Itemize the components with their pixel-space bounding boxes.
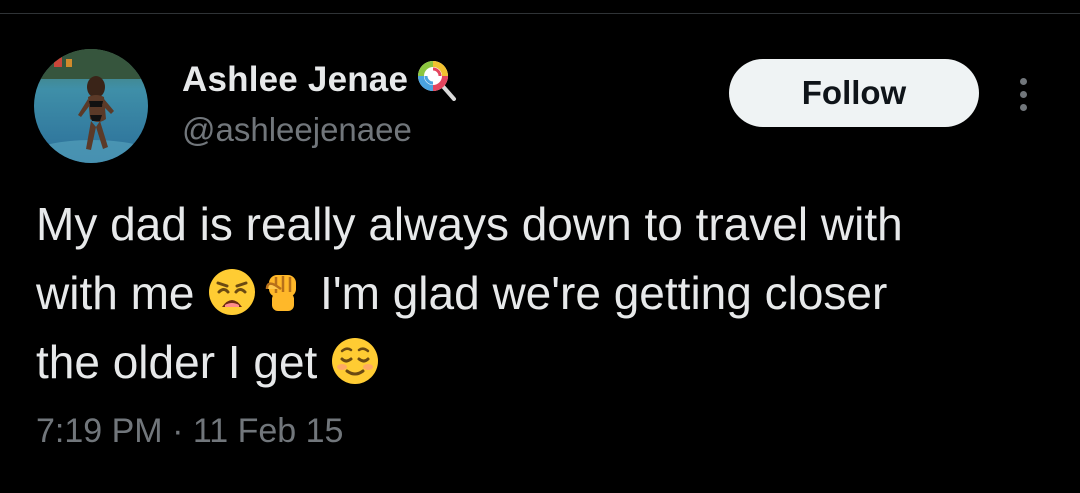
lollipop-icon xyxy=(416,59,458,101)
follow-button[interactable]: Follow xyxy=(729,59,979,127)
author-name-row[interactable]: Ashlee Jenae xyxy=(182,58,458,102)
tweet-line-2: with me I'm glad we're getting closer xyxy=(36,259,1046,328)
tweet-line-2-end: I'm glad we're getting closer xyxy=(307,267,888,319)
author-display-name[interactable]: Ashlee Jenae xyxy=(182,60,408,100)
tweet-text: My dad is really always down to travel w… xyxy=(36,190,1046,397)
top-divider xyxy=(0,13,1080,14)
tweet-timestamp[interactable]: 7:19 PM · 11 Feb 15 xyxy=(36,412,343,451)
tweet-line-2-start: with me xyxy=(36,267,208,319)
author-handle[interactable]: @ashleejenaee xyxy=(182,111,412,149)
tweet-line-1: My dad is really always down to travel w… xyxy=(36,198,903,250)
more-dot xyxy=(1019,90,1027,98)
avatar[interactable] xyxy=(34,49,148,163)
tweet-line-3-text: the older I get xyxy=(36,336,331,388)
raised-fist-icon xyxy=(257,267,307,317)
more-options-icon[interactable] xyxy=(1008,72,1038,116)
more-dot xyxy=(1019,103,1027,111)
weary-face-icon xyxy=(207,267,257,317)
tweet-line-3: the older I get xyxy=(36,328,1046,397)
more-dot xyxy=(1019,77,1027,85)
avatar-photo-icon xyxy=(34,49,148,163)
relieved-face-icon xyxy=(330,336,380,386)
